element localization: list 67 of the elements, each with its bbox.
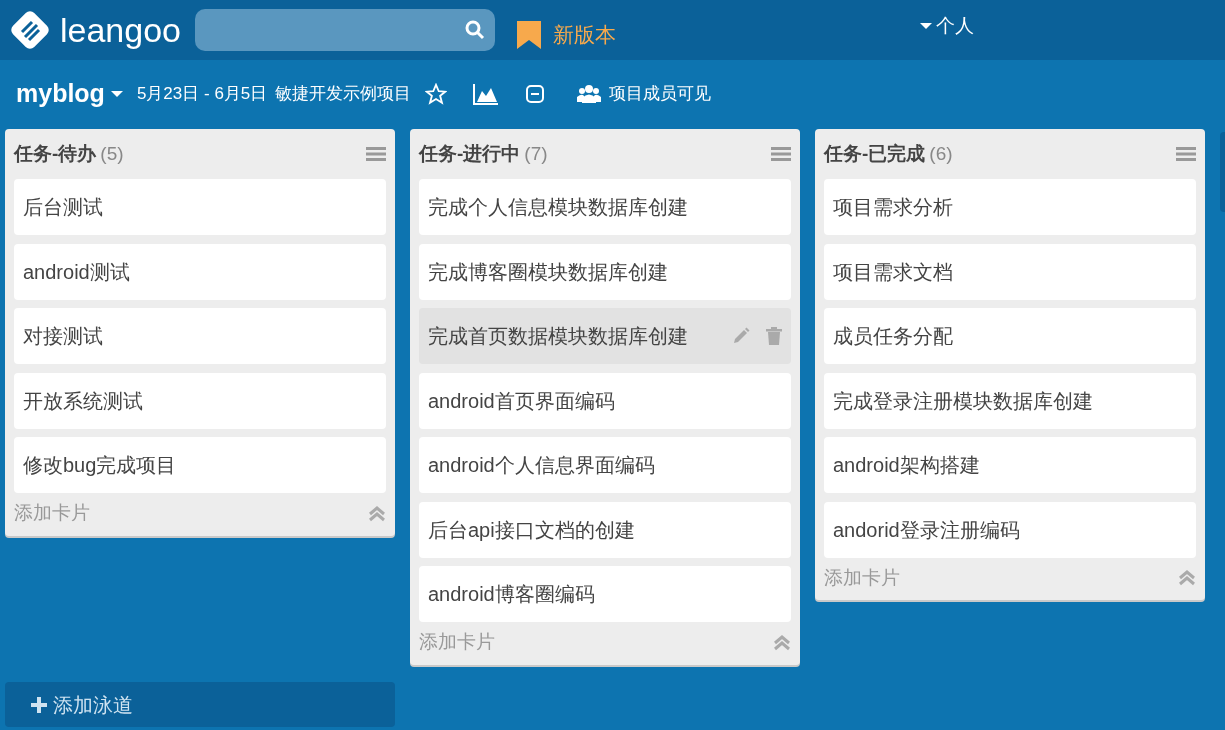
task-card[interactable]: andorid登录注册编码	[824, 501, 1196, 558]
card-text: andorid登录注册编码	[833, 517, 1020, 543]
card-text: android博客圈编码	[428, 582, 595, 607]
task-card[interactable]: 后台测试	[14, 179, 386, 235]
collapse-icon[interactable]	[525, 84, 546, 104]
card-text: 后台api接口文档的创建	[428, 517, 635, 543]
add-lane-button[interactable]: 添加泳道	[5, 682, 395, 727]
card-text: 完成博客圈模块数据库创建	[428, 259, 668, 285]
task-card[interactable]: 完成首页数据模块数据库创建	[419, 308, 791, 364]
task-card[interactable]: 项目需求文档	[824, 243, 1196, 300]
card-text: android个人信息界面编码	[428, 453, 655, 478]
card-text: 项目需求文档	[833, 259, 953, 285]
card-text: android测试	[23, 259, 130, 285]
star-icon[interactable]	[425, 83, 448, 105]
task-card[interactable]: 成员任务分配	[824, 308, 1196, 364]
list-title: 任务-已完成	[824, 142, 926, 164]
caret-icon	[110, 90, 123, 98]
card-text: 修改bug完成项目	[23, 453, 177, 478]
search-field[interactable]	[195, 9, 495, 51]
card-text: 完成个人信息模块数据库创建	[428, 195, 688, 220]
list-title: 任务-待办	[14, 142, 97, 164]
plus-icon	[31, 696, 47, 713]
task-card[interactable]: 完成博客圈模块数据库创建	[419, 243, 791, 300]
card-text: 开放系统测试	[23, 388, 143, 414]
project-name[interactable]: 敏捷开发示例项目	[275, 81, 412, 107]
board-name-dropdown[interactable]: myblog	[16, 75, 123, 113]
card-count: (6)	[929, 142, 953, 164]
chart-icon[interactable]	[473, 83, 500, 105]
caret-icon	[920, 22, 932, 30]
card-text: 后台测试	[23, 195, 103, 220]
search-icon[interactable]	[465, 20, 485, 40]
card-text: 成员任务分配	[833, 324, 953, 349]
task-card[interactable]: 项目需求分析	[824, 179, 1196, 235]
list-menu-icon[interactable]	[1176, 146, 1196, 162]
trash-icon[interactable]	[766, 327, 782, 345]
brand-name[interactable]: leangoo	[60, 13, 181, 47]
people-icon	[577, 84, 602, 104]
card-text: 完成登录注册模块数据库创建	[833, 388, 1093, 414]
task-card[interactable]: android个人信息界面编码	[419, 437, 791, 493]
card-count: (5)	[100, 142, 124, 164]
card-text: android架构搭建	[833, 453, 980, 478]
task-card[interactable]: 后台api接口文档的创建	[419, 501, 791, 558]
task-card[interactable]: 完成登录注册模块数据库创建	[824, 372, 1196, 429]
card-text: android首页界面编码	[428, 388, 615, 414]
collapse-up-icon[interactable]	[773, 634, 791, 651]
task-card[interactable]: 修改bug完成项目	[14, 437, 386, 493]
sprint-dates: 5月23日 - 6月5日	[136, 83, 268, 106]
card-text: 完成首页数据模块数据库创建	[428, 324, 688, 349]
list-menu-icon[interactable]	[366, 146, 386, 162]
task-card[interactable]: 开放系统测试	[14, 372, 386, 429]
task-card[interactable]: android测试	[14, 243, 386, 300]
user-menu[interactable]: 个人	[914, 10, 980, 42]
task-card[interactable]: android首页界面编码	[419, 372, 791, 429]
collapse-up-icon[interactable]	[1178, 570, 1196, 586]
visibility-button[interactable]: 项目成员可见	[571, 81, 718, 107]
task-card[interactable]: android架构搭建	[824, 437, 1196, 493]
list-menu-icon[interactable]	[771, 146, 791, 162]
card-text: 对接测试	[23, 324, 103, 349]
bookmark-icon	[517, 21, 541, 49]
task-card[interactable]: 完成个人信息模块数据库创建	[419, 179, 791, 235]
list-title: 任务-进行中	[419, 142, 521, 164]
task-card[interactable]: android博客圈编码	[419, 566, 791, 622]
card-count: (7)	[524, 142, 548, 164]
pencil-icon[interactable]	[732, 327, 750, 345]
collapse-up-icon[interactable]	[368, 505, 386, 522]
task-card[interactable]: 对接测试	[14, 308, 386, 364]
card-text: 项目需求分析	[833, 195, 953, 220]
